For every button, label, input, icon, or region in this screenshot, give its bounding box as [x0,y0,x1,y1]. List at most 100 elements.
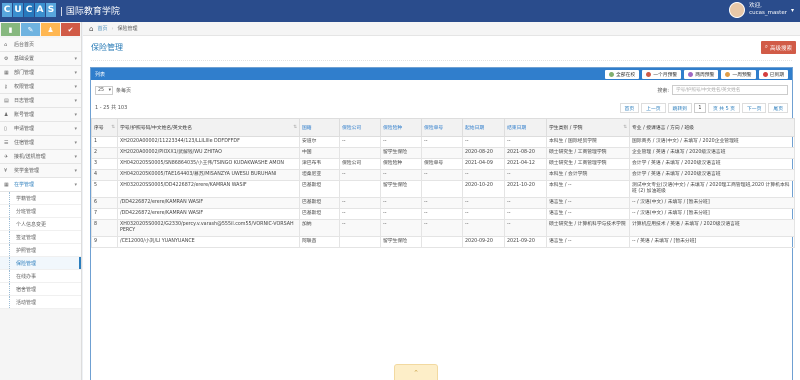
table-row[interactable]: 7/DD4226872/erere/KAMRAN WASIF 巴基斯坦 -- -- --… [91,208,795,220]
search-label: 搜索: [657,87,669,94]
sidebar-item[interactable]: ✈ 接机/送机管理 ▾ [0,150,81,164]
table-row[interactable]: 1 XH2020A00002/11223344/123/LLILIlle DDFD… [91,136,795,148]
sidebar-subitem[interactable]: 护照管理 [0,244,81,257]
breadcrumb-home-link[interactable]: 首页 [97,25,107,32]
breadcrumb-current: 保险管理 [117,26,138,32]
sidebar-subitem[interactable]: 活动管理 [0,296,81,309]
legend-label: 两周预警 [695,72,715,78]
sidebar-item[interactable]: ⚙ 基础设置 ▾ [0,52,81,66]
table-row[interactable]: 2 XH2020A00002/PIOXX1/武解钱/WU ZHITAO 中国 留学生保… [91,147,795,159]
app-title: | 国际教育学院 [60,7,120,17]
next-page-button[interactable]: 下一页 [741,103,767,113]
sidebar-item-label: 申请管理 [14,126,35,132]
sort-icon: ⇅ [293,125,297,130]
legend-item[interactable]: 全部在校 [604,69,640,79]
table-cell: 测试中文专业(汉语(中文) / 未填写 / 2020理工商管理班,2020 计算… [629,180,795,198]
table-row[interactable]: 3 XH0420205S0005/SN86864035/小王伟/TSINGO KU… [91,158,795,170]
column-header[interactable]: 序号 ⇅ [91,118,118,137]
table-row[interactable]: 4 XH0420205K0005/TAE164403/慕苏/MISANZYA UW… [91,169,795,181]
table-cell: 语言生 / -- [546,197,630,209]
column-header[interactable]: 结束日期 [504,118,547,137]
scroll-up-button[interactable]: ⌃ [394,364,438,380]
sort-icon: ⇅ [111,125,115,130]
cogs-icon-button[interactable]: ✔ [61,23,80,36]
sidebar-item[interactable]: ⌂ 后台首页 [0,38,81,52]
pager-row: 1 - 25 共 103 首页 上一页 跳转到 1 页 共 5 页 下一页 尾页 [91,100,792,116]
logo[interactable]: C U C A S [2,3,56,17]
table-row[interactable]: 5 XH032020SS0005/DD4226872/erere/KAMRAN W… [91,180,795,198]
sidebar-subitem[interactable]: 保险管理 [0,257,81,270]
file-icon: ▯ [4,125,7,132]
table-cell: -- [380,169,422,181]
table-cell: 坦桑尼亚 [299,169,340,181]
column-header-label: 序号 [94,126,104,131]
table-cell: 留学生保险 [380,147,422,159]
page-number-input[interactable]: 1 [693,103,706,113]
sidebar-item[interactable]: ⚷ 权限管理 ▾ [0,80,81,94]
sidebar-item[interactable]: ▯ 申请管理 ▾ [0,122,81,136]
sidebar-item-label: 账号管理 [14,112,35,118]
sidebar-subitem[interactable]: 学籍管理 [0,192,81,205]
table-cell: -- [421,197,463,209]
sidebar-subitem[interactable]: 个人信息变更 [0,218,81,231]
users-icon-button[interactable]: ♟ [41,23,60,36]
page-title: 保险管理 [91,43,123,52]
table-cell: 2020-10-20 [462,180,505,198]
user-menu[interactable]: 欢迎, cucas_master ▾ [729,2,794,18]
column-header[interactable]: 保险单号 [421,118,463,137]
column-header[interactable]: 起始日期 [462,118,505,137]
last-page-button[interactable]: 尾页 [768,103,788,113]
column-header[interactable]: 专业 / 授课语言 / 方向 / 班级 [629,118,795,137]
column-header[interactable]: 学生类别 / 学院 ⇅ [546,118,630,137]
sidebar-item[interactable]: ▦ 部门管理 ▾ [0,66,81,80]
sort-icon: ⇅ [623,125,627,130]
column-header[interactable]: 国籍 [299,118,340,137]
jump-button[interactable]: 跳转到 [667,103,692,113]
advanced-search-button[interactable]: ⌕ 高级搜索 [760,41,796,54]
table-cell: 硕士研究生 / 工商管理学院 [546,158,630,170]
table-row[interactable]: 6/DD4226872/erere/KAMRAN WASIF 巴基斯坦 -- -- --… [91,197,795,209]
sidebar-subitem[interactable]: 在线办事 [0,270,81,283]
sidebar-item[interactable]: ▤ 日志管理 ▾ [0,94,81,108]
table-row[interactable]: 9/CE12000/小刘/LI YUANYUANCE 阿联酋 留学生保险 2020-0… [91,236,795,248]
search-input[interactable]: 学号/护照号/中文姓名/英文姓名 [672,85,788,95]
list-icon: ☰ [4,139,9,146]
table-cell: -- [339,208,381,220]
legend-item[interactable]: 已到期 [758,69,788,79]
pencil-icon-button[interactable]: ✎ [21,23,40,36]
insurance-table: 序号 ⇅ 学号/护照号码/中文姓名/英文姓名 ⇅ 国籍 保险公司 保险险种 保险单号 起始日期结… [91,118,795,248]
signal-icon-button[interactable]: ▮ [1,23,20,36]
legend-item[interactable]: 两周预警 [684,69,719,79]
legend-item[interactable]: 一周预警 [721,69,756,79]
sidebar-item-label: 奖学金管理 [14,168,40,174]
table-cell: XH0320205S0002/G2330/percy.v.varash@555i… [117,219,300,237]
sidebar-item[interactable]: ☰ 住宿管理 ▾ [0,136,81,150]
status-dot-icon [688,71,694,77]
column-header-label: 国籍 [302,126,312,131]
legend-item[interactable]: 一个月预警 [642,69,682,79]
column-header[interactable]: 保险险种 [380,118,422,137]
table-cell: -- [462,208,505,220]
table-cell: -- [421,208,463,220]
first-page-button[interactable]: 首页 [619,103,640,113]
key-icon: ⚷ [4,83,8,90]
page-size-select[interactable]: 25 ▾ [95,85,113,95]
page-info: 页 共 5 页 [707,103,740,113]
column-header[interactable]: 保险公司 [339,118,381,137]
prev-page-button[interactable]: 上一页 [641,103,666,113]
sidebar-item-label: 住宿管理 [14,140,35,146]
table-row[interactable]: 8 XH0320205S0002/G2330/percy.v.varash@555… [91,219,795,237]
sidebar-item[interactable]: ♟ 账号管理 ▾ [0,108,81,122]
record-count: 1 - 25 共 103 [95,105,128,111]
pagination: 首页 上一页 跳转到 1 页 共 5 页 下一页 尾页 [619,103,788,113]
sidebar-item[interactable]: ¥ 奖学金管理 ▾ [0,164,81,178]
sidebar-item-student-management[interactable]: ▦ 在学管理 ▾ [0,178,81,192]
panel-header: 列表 全部在校 一个月预警 两周预警 一周预警 已到期 [91,68,792,80]
gear-icon: ⚙ [4,55,9,62]
logo-letter: S [46,3,56,17]
column-header[interactable]: 学号/护照号码/中文姓名/英文姓名 ⇅ [117,118,300,137]
chevron-down-icon: ▾ [74,153,77,160]
sidebar-subitem[interactable]: 宿舍管理 [0,283,81,296]
sidebar-subitem[interactable]: 签证管理 [0,231,81,244]
sidebar-subitem[interactable]: 分班管理 [0,205,81,218]
